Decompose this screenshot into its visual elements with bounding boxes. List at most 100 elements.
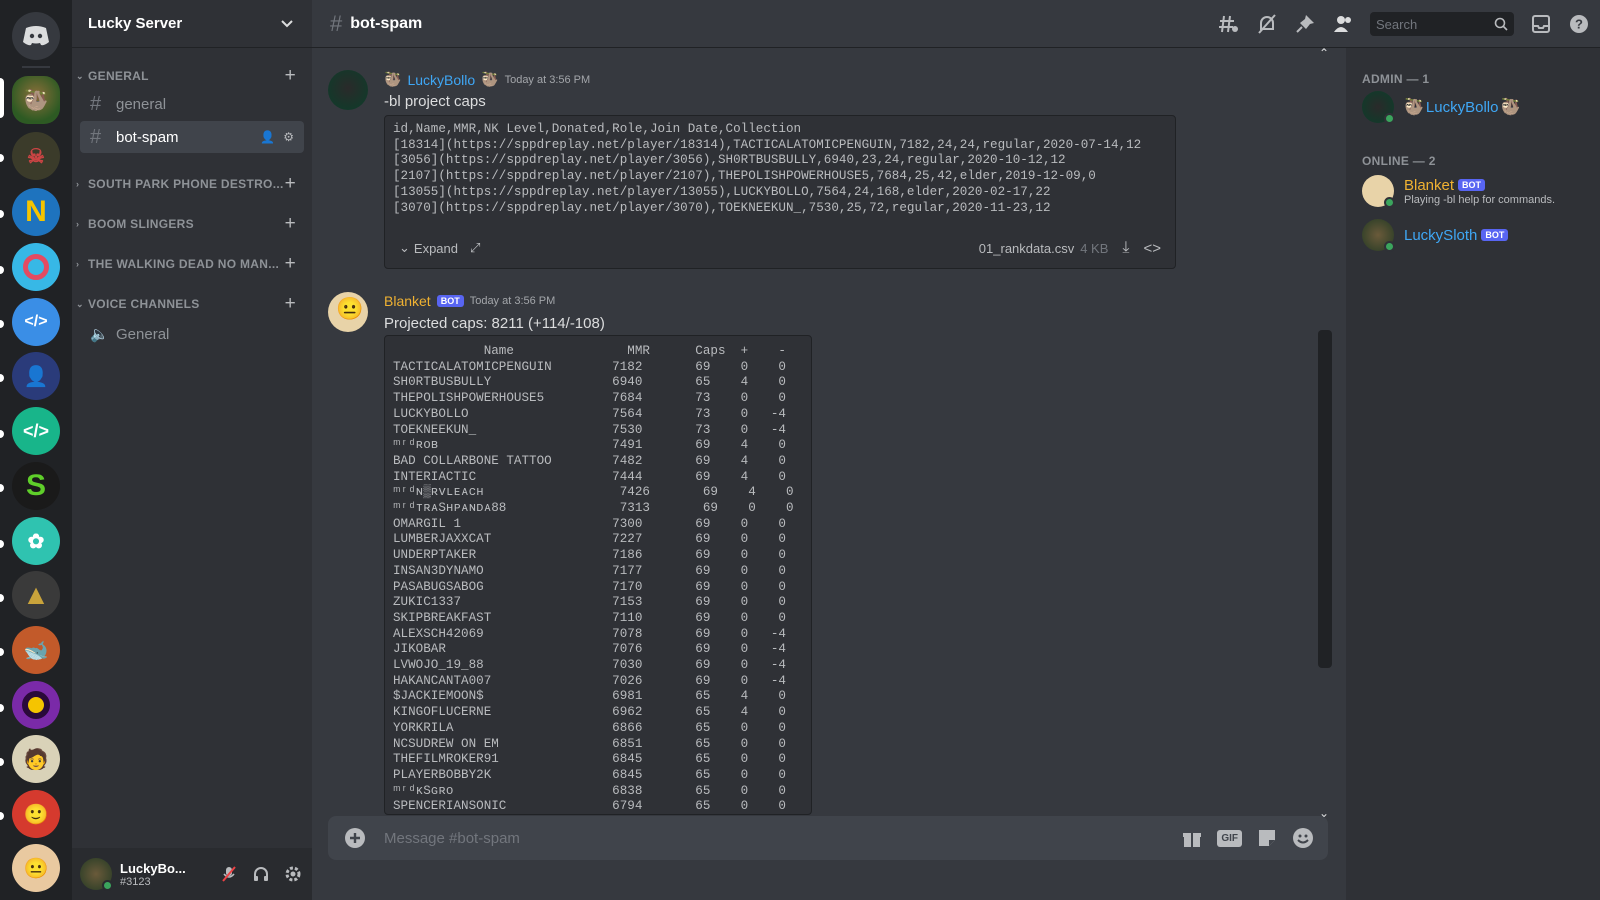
member-name: LuckySloth	[1404, 226, 1478, 244]
notification-bell-muted-icon[interactable]	[1256, 13, 1278, 35]
unread-indicator	[0, 648, 4, 656]
member-group-admin: Admin — 1	[1362, 72, 1430, 86]
search-input[interactable]: Search	[1370, 12, 1514, 36]
member-activity: Playing -bl help for commands.	[1404, 193, 1556, 206]
message-author[interactable]: LuckyBollo	[407, 72, 475, 88]
member-luckybollo[interactable]: 🦥 LuckyBollo 🦥	[1362, 86, 1520, 128]
gear-icon[interactable]	[284, 865, 302, 883]
online-status-icon	[1384, 241, 1395, 252]
message-timestamp: Today at 3:56 PM	[469, 295, 556, 307]
speaker-icon: 🔈	[90, 326, 109, 343]
member-luckysloth[interactable]: LuckySloth BOT	[1362, 214, 1509, 256]
home-button[interactable]	[12, 12, 60, 60]
chevron-down-icon: ⌄	[76, 298, 84, 309]
server-10[interactable]: ▲	[12, 571, 60, 619]
server-lucky-server[interactable]: 🦥	[12, 76, 60, 124]
scrollbar[interactable]: ⌃ ⌄	[1316, 46, 1334, 828]
create-channel-icon[interactable]: +	[285, 293, 296, 315]
message-author[interactable]: Blanket	[384, 293, 431, 309]
open-in-window-icon[interactable]: ⤢	[470, 240, 480, 256]
create-channel-icon[interactable]: +	[285, 65, 296, 87]
attach-plus-icon[interactable]	[344, 827, 366, 849]
server-14[interactable]: 🙂	[12, 790, 60, 838]
message-input[interactable]: Message #bot-spam	[384, 830, 520, 847]
text-channel-icon: #	[90, 92, 102, 115]
discord-app: 🦥 ☠ N </> 👤 </> S ✿ ▲ 🐋 🧑 🙂 😐 Lucky Serv…	[0, 0, 1600, 900]
avatar[interactable]	[80, 858, 113, 891]
sloth-emoji-icon: 🦥	[481, 71, 499, 87]
member-group-online: Online — 2	[1362, 154, 1436, 168]
headphones-icon[interactable]	[252, 865, 270, 883]
mute-microphone-icon[interactable]	[220, 865, 238, 883]
server-header[interactable]: Lucky Server	[72, 0, 312, 48]
avatar[interactable]	[328, 70, 368, 110]
members-list-icon[interactable]	[1332, 13, 1354, 35]
gear-icon[interactable]: ⚙	[283, 130, 294, 144]
inbox-icon[interactable]	[1530, 13, 1552, 35]
file-preview-footer: ⌄ Expand ⤢ 01_rankdata.csv 4 KB ⤓ <>	[385, 228, 1175, 268]
create-channel-icon[interactable]: +	[285, 173, 296, 195]
member-blanket[interactable]: Blanket BOT Playing -bl help for command…	[1362, 170, 1555, 212]
category-boom-slingers[interactable]: › Boom Slingers +	[72, 213, 312, 235]
server-3[interactable]: N	[12, 188, 60, 236]
scroll-up-icon[interactable]: ⌃	[1319, 46, 1329, 60]
emoji-icon[interactable]	[1292, 827, 1314, 849]
channel-label: General	[116, 325, 170, 343]
server-11[interactable]: 🐋	[12, 626, 60, 674]
category-walking-dead[interactable]: › The Walking Dead No Man... +	[72, 253, 312, 275]
view-code-icon[interactable]: <>	[1143, 240, 1161, 257]
create-channel-icon[interactable]: +	[285, 213, 296, 235]
search-icon	[1494, 17, 1508, 31]
create-channel-icon[interactable]: +	[285, 253, 296, 275]
gift-icon[interactable]	[1181, 827, 1203, 849]
discord-logo-icon	[23, 26, 49, 46]
server-8[interactable]: S	[12, 462, 60, 510]
text-channel-icon: #	[90, 125, 102, 148]
server-6[interactable]: 👤	[12, 352, 60, 400]
server-5[interactable]: </>	[12, 298, 60, 346]
invite-icon[interactable]: 👤	[260, 130, 275, 144]
category-voice-channels[interactable]: ⌄ Voice Channels +	[72, 293, 312, 315]
channel-bot-spam[interactable]: # bot-spam 👤 ⚙	[80, 121, 304, 153]
voice-channel-general[interactable]: 🔈 General	[80, 318, 304, 350]
avatar[interactable]: 😐	[328, 292, 368, 332]
text-channel-icon: #	[330, 10, 343, 36]
server-15[interactable]: 😐	[12, 844, 60, 892]
sticker-icon[interactable]	[1256, 827, 1278, 849]
category-label: Voice Channels	[88, 297, 200, 311]
server-4[interactable]	[12, 243, 60, 291]
mask-icon: ☠	[27, 145, 45, 168]
triangle-icon: ▲	[22, 579, 50, 610]
server-2[interactable]: ☠	[12, 132, 60, 180]
file-name[interactable]: 01_rankdata.csv	[979, 241, 1074, 256]
help-icon[interactable]: ?	[1568, 13, 1590, 35]
server-13[interactable]: 🧑	[12, 735, 60, 783]
threads-icon[interactable]	[1218, 13, 1240, 35]
server-9[interactable]: ✿	[12, 517, 60, 565]
category-label: Boom Slingers	[88, 217, 194, 231]
chevron-right-icon: ›	[76, 259, 80, 269]
unread-indicator	[0, 374, 4, 382]
chevron-down-icon	[281, 20, 293, 28]
gif-button[interactable]: GIF	[1217, 829, 1242, 847]
server-12[interactable]	[12, 681, 60, 729]
message-timestamp: Today at 3:56 PM	[504, 73, 591, 86]
code-block: Name MMR Caps + - TACTICALATOMICPENGUIN …	[384, 335, 812, 815]
bot-badge: BOT	[1481, 229, 1509, 241]
server-7[interactable]: </>	[12, 407, 60, 455]
member-list: Admin — 1 🦥 LuckyBollo 🦥 Online — 2 Blan…	[1346, 48, 1600, 900]
unread-indicator	[0, 704, 4, 712]
avatar	[1362, 219, 1395, 252]
unread-indicator	[0, 758, 4, 766]
message-composer[interactable]: Message #bot-spam GIF	[328, 816, 1328, 860]
category-south-park[interactable]: › South Park Phone Destro... +	[72, 173, 312, 195]
expand-button[interactable]: ⌄ Expand	[399, 240, 458, 256]
channel-general[interactable]: # general	[80, 88, 304, 120]
category-general[interactable]: ⌄ General +	[72, 65, 312, 87]
pin-icon[interactable]	[1294, 13, 1316, 35]
download-icon[interactable]: ⤓	[1122, 239, 1129, 257]
online-status-icon	[102, 880, 113, 891]
svg-text:?: ?	[1575, 17, 1583, 32]
scrollbar-thumb[interactable]	[1318, 330, 1332, 668]
user-panel: LuckyBo... #3123	[72, 848, 312, 900]
